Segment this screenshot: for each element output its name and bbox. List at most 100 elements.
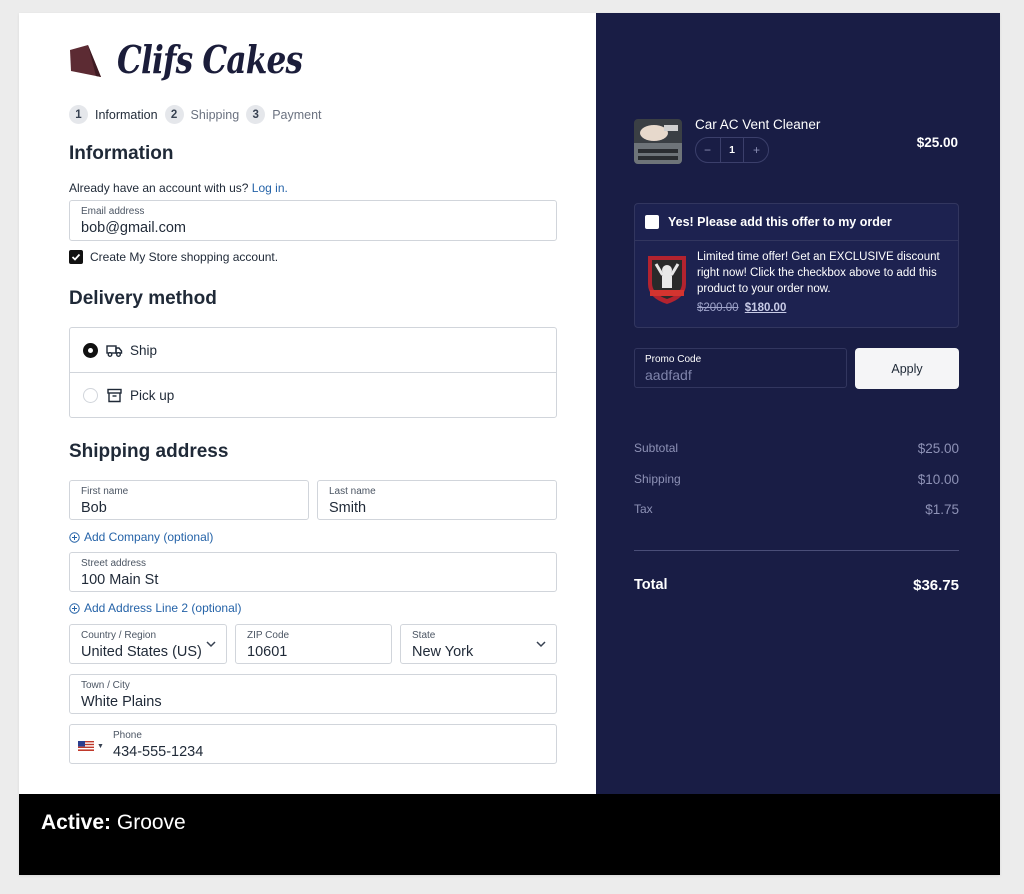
step-number: 1 [69, 105, 88, 124]
order-summary-panel: Car AC Vent Cleaner − 1 + $25.00 Yes! Pl… [596, 13, 1000, 794]
total-label: Total [634, 577, 668, 593]
step-number: 3 [246, 105, 266, 124]
plus-circle-icon [69, 531, 80, 543]
subtotal-row: Subtotal $25.00 [634, 441, 959, 456]
step-label: Payment [272, 107, 322, 122]
total-value: $36.75 [913, 577, 959, 594]
zip-field[interactable]: ZIP Code 10601 [235, 624, 392, 664]
decrease-quantity-button[interactable]: − [704, 143, 711, 157]
tax-row: Tax $1.75 [634, 502, 959, 517]
last-name-field[interactable]: Last name Smith [317, 480, 557, 520]
product-thumbnail [634, 119, 682, 164]
tax-label: Tax [634, 502, 653, 516]
country-value: United States (US) [81, 644, 202, 660]
delivery-heading: Delivery method [69, 288, 217, 309]
zip-value: 10601 [247, 644, 288, 660]
create-account-row[interactable]: Create My Store shopping account. [69, 250, 278, 264]
offer-old-price: $200.00 [697, 302, 739, 314]
delivery-options: Ship Pick up [69, 327, 557, 418]
plus-circle-icon [69, 602, 80, 614]
total-row: Total $36.75 [634, 577, 959, 594]
caret-down-icon: ▼ [97, 742, 104, 750]
street-value: 100 Main St [81, 572, 159, 588]
first-name-label: First name [81, 486, 129, 497]
country-code-selector[interactable]: ▼ [78, 741, 104, 751]
last-name-value: Smith [329, 500, 367, 516]
step-label: Shipping [190, 107, 240, 122]
subtotal-label: Subtotal [634, 441, 679, 455]
phone-label: Phone [113, 730, 142, 741]
product-name: Car AC Vent Cleaner [695, 117, 821, 132]
quantity-value: 1 [729, 144, 735, 156]
offer-checkbox[interactable] [645, 215, 659, 229]
step-label: Information [95, 107, 158, 122]
active-template-footer: Active: Groove [19, 794, 1000, 875]
pickup-radio[interactable] [83, 388, 98, 403]
information-heading: Information [69, 143, 174, 164]
tax-value: $1.75 [925, 502, 959, 517]
country-select[interactable]: Country / Region United States (US) [69, 624, 227, 664]
add-company-link[interactable]: Add Company (optional) [69, 530, 213, 544]
stepper-divider [719, 138, 721, 162]
state-label: State [412, 630, 436, 641]
offer-checkbox-label: Yes! Please add this offer to my order [668, 215, 892, 229]
quantity-stepper[interactable]: − 1 + [695, 137, 769, 163]
apply-promo-button[interactable]: Apply [855, 348, 959, 389]
city-field[interactable]: Town / City White Plains [69, 674, 557, 714]
login-link[interactable]: Log in. [252, 181, 288, 195]
stepper-divider [743, 138, 745, 162]
offer-description: Limited time offer! Get an EXCLUSIVE dis… [697, 251, 940, 295]
chevron-down-icon [206, 641, 216, 648]
create-account-checkbox[interactable] [69, 250, 83, 264]
offer-checkbox-row[interactable]: Yes! Please add this offer to my order [635, 204, 958, 241]
increase-quantity-button[interactable]: + [753, 143, 760, 157]
shipping-row: Shipping $10.00 [634, 472, 959, 487]
store-icon [107, 388, 122, 403]
checkmark-icon [71, 253, 81, 261]
step-shipping[interactable]: 2 Shipping [164, 105, 240, 124]
state-select[interactable]: State New York [400, 624, 557, 664]
active-label: Active: [41, 811, 112, 834]
last-name-label: Last name [329, 486, 376, 497]
summary-divider [634, 550, 959, 551]
promo-code-value: aadfadf [645, 367, 692, 383]
phone-value: 434-555-1234 [113, 744, 204, 760]
ship-radio[interactable] [83, 342, 98, 358]
promo-code-field[interactable]: Promo Code aadfadf [634, 348, 847, 388]
step-information[interactable]: 1 Information [69, 105, 158, 124]
checkout-frame: Clifs Cakes 1 Information 2 Shipping 3 P… [19, 13, 1000, 875]
add-company-label: Add Company (optional) [84, 530, 214, 544]
account-prompt: Already have an account with us? Log in. [69, 181, 288, 195]
pickup-label: Pick up [130, 388, 175, 403]
phone-field[interactable]: ▼ Phone 434-555-1234 [69, 724, 557, 764]
truck-icon [106, 344, 123, 357]
country-label: Country / Region [81, 630, 157, 641]
street-label: Street address [81, 558, 147, 569]
email-value: bob@gmail.com [81, 220, 186, 236]
delivery-option-ship[interactable]: Ship [70, 328, 556, 373]
subtotal-value: $25.00 [917, 441, 959, 456]
upsell-offer-box: Yes! Please add this offer to my order L… [634, 203, 959, 328]
email-label: Email address [81, 206, 145, 217]
us-flag-icon [78, 741, 94, 751]
first-name-field[interactable]: First name Bob [69, 480, 309, 520]
step-number: 2 [164, 105, 184, 124]
ship-label: Ship [130, 342, 158, 358]
step-payment[interactable]: 3 Payment [246, 105, 322, 124]
cake-slice-icon [70, 45, 101, 77]
brand-logo-text[interactable]: Clifs Cakes [117, 37, 303, 82]
account-prompt-text: Already have an account with us? [69, 181, 249, 195]
add-address-line2-label: Add Address Line 2 (optional) [84, 601, 242, 615]
add-address-line2-link[interactable]: Add Address Line 2 (optional) [69, 601, 241, 615]
city-value: White Plains [81, 694, 162, 710]
active-value: Groove [116, 811, 186, 834]
checkout-steps: 1 Information 2 Shipping 3 Payment [69, 105, 329, 124]
promo-code-label: Promo Code [645, 354, 702, 365]
email-field[interactable]: Email address bob@gmail.com [69, 200, 557, 241]
street-address-field[interactable]: Street address 100 Main St [69, 552, 557, 592]
delivery-option-pickup[interactable]: Pick up [70, 373, 556, 418]
shipping-address-heading: Shipping address [69, 441, 229, 462]
shipping-value: $10.00 [917, 472, 959, 487]
zip-label: ZIP Code [247, 630, 290, 641]
offer-product-badge-icon [648, 256, 686, 304]
